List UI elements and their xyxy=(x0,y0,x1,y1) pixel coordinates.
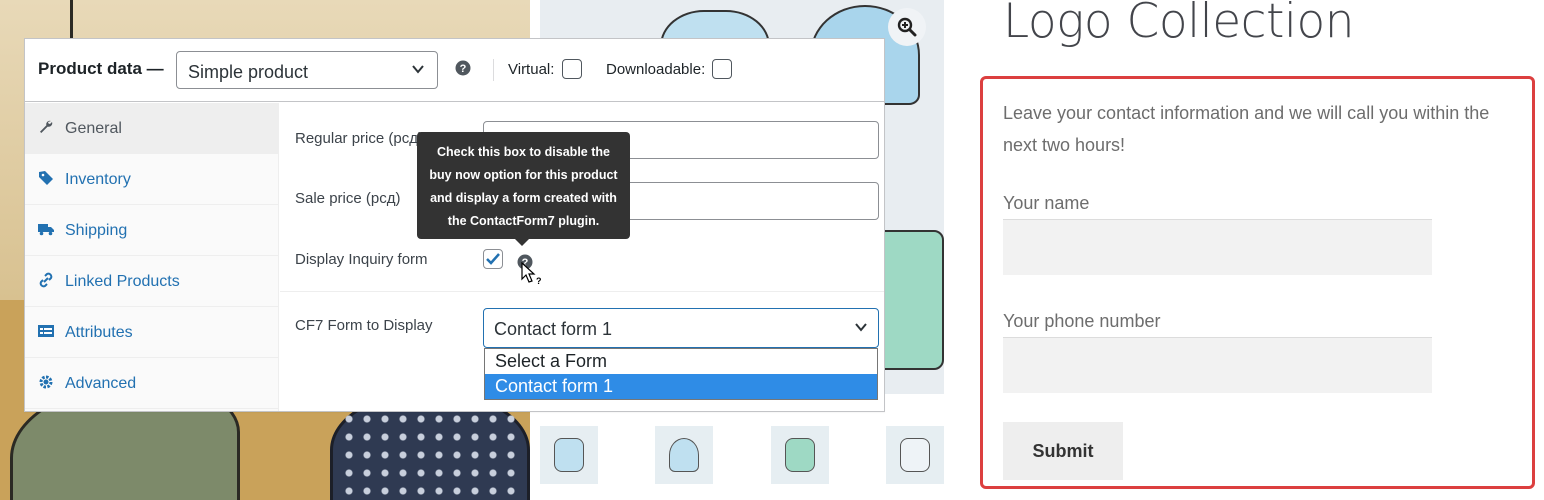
tab-linked-products[interactable]: Linked Products xyxy=(25,256,279,307)
tab-advanced[interactable]: Advanced xyxy=(25,358,279,409)
product-title: Logo Collection xyxy=(1003,0,1355,49)
artwork-pattern xyxy=(340,410,520,500)
gear-icon xyxy=(39,375,53,389)
cf7-form-dropdown: Select a Form Contact form 1 xyxy=(484,348,878,400)
downloadable-label: Downloadable: xyxy=(606,61,706,78)
cf7-form-label: CF7 Form to Display xyxy=(295,317,433,334)
inquiry-form-box: Leave your contact information and we wi… xyxy=(980,76,1535,489)
name-field-label: Your name xyxy=(1003,193,1090,213)
list-icon xyxy=(38,325,54,337)
svg-text:?: ? xyxy=(536,276,542,286)
product-data-header: Product data — Simple product ? Virtual:… xyxy=(25,39,884,102)
chevron-down-icon xyxy=(855,323,867,332)
header-divider xyxy=(493,59,494,81)
inquiry-form-checkbox[interactable] xyxy=(483,249,503,269)
tab-linked-products-label: Linked Products xyxy=(65,273,180,290)
cf7-form-value: Contact form 1 xyxy=(494,319,613,339)
product-type-select[interactable]: Simple product xyxy=(176,51,438,89)
sale-price-label: Sale price (рсд) xyxy=(295,190,401,207)
tag-icon xyxy=(39,171,53,185)
dropdown-option-selected[interactable]: Contact form 1 xyxy=(485,374,877,399)
chevron-down-icon xyxy=(412,65,424,74)
phone-field[interactable] xyxy=(1003,337,1432,393)
name-field[interactable] xyxy=(1003,219,1432,275)
regular-price-label: Regular price (рсд) xyxy=(295,130,423,147)
tooltip-line: Check this box to disable the xyxy=(437,145,610,159)
truck-icon xyxy=(38,224,54,236)
inquiry-intro-text: Leave your contact information and we wi… xyxy=(1003,103,1490,155)
dropdown-option[interactable]: Select a Form xyxy=(485,349,877,374)
tooltip-line: and display a form created with xyxy=(430,191,617,205)
zoom-button[interactable] xyxy=(888,8,926,46)
help-tooltip: Check this box to disable the buy now op… xyxy=(417,132,630,239)
product-thumbnails xyxy=(540,426,944,484)
help-cursor-icon: ? xyxy=(521,262,542,286)
product-data-tabs: General Inventory Shipping Linked Produc… xyxy=(25,103,279,411)
product-data-title: Product data — xyxy=(38,59,164,78)
thumbnail-tshirt[interactable] xyxy=(771,426,829,484)
tab-shipping-label: Shipping xyxy=(65,222,128,239)
submit-button[interactable]: Submit xyxy=(1003,422,1123,480)
tab-advanced-label: Advanced xyxy=(65,375,137,392)
tab-inventory-label: Inventory xyxy=(65,171,131,188)
phone-field-label: Your phone number xyxy=(1003,311,1161,331)
thumbnail-beanie[interactable] xyxy=(655,426,713,484)
thumbnail-hoodie[interactable] xyxy=(886,426,944,484)
product-type-value: Simple product xyxy=(188,62,309,82)
thumbnail-collection[interactable] xyxy=(540,426,598,484)
tooltip-line: the ContactForm7 plugin. xyxy=(447,214,600,228)
virtual-checkbox[interactable] xyxy=(562,59,582,79)
inquiry-form-label: Display Inquiry form xyxy=(295,251,428,268)
tooltip-line: buy now option for this product xyxy=(429,168,618,182)
help-icon[interactable]: ? xyxy=(455,60,471,76)
tab-shipping[interactable]: Shipping xyxy=(25,205,279,256)
tab-general[interactable]: General xyxy=(25,103,279,154)
tooltip-arrow xyxy=(515,239,529,246)
field-divider xyxy=(280,291,884,292)
svg-text:?: ? xyxy=(460,63,467,75)
virtual-label: Virtual: xyxy=(508,61,555,78)
tab-attributes-label: Attributes xyxy=(65,324,133,341)
tab-attributes[interactable]: Attributes xyxy=(25,307,279,358)
tab-inventory[interactable]: Inventory xyxy=(25,154,279,205)
artwork-sketch xyxy=(70,0,110,40)
tab-general-label: General xyxy=(65,120,122,137)
downloadable-checkbox[interactable] xyxy=(712,59,732,79)
link-icon xyxy=(39,272,53,288)
wrench-icon xyxy=(40,120,53,133)
magnify-plus-icon xyxy=(897,17,917,37)
checkmark-icon xyxy=(486,253,500,265)
cf7-form-select[interactable]: Contact form 1 xyxy=(483,308,879,348)
